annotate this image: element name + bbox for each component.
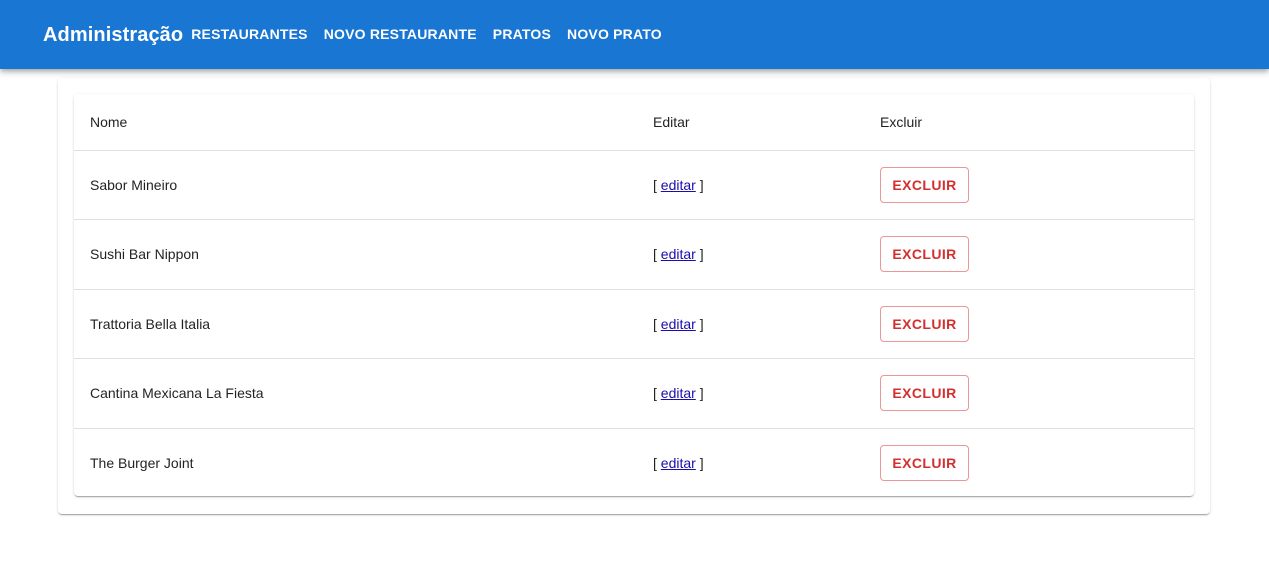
edit-link[interactable]: editar <box>661 316 696 332</box>
edit-bracket-close: ] <box>695 385 704 402</box>
edit-bracket-open: [ <box>653 455 661 471</box>
restaurant-name: The Burger Joint <box>90 455 194 471</box>
edit-cell: [ editar ] <box>637 219 864 290</box>
edit-bracket-open: [ <box>653 315 661 332</box>
table-row: Sushi Bar Nippon [ editar ] Excluir <box>74 219 1194 290</box>
nav-link-pratos[interactable]: Pratos <box>493 26 551 42</box>
table-row: Sabor Mineiro [ editar ] Excluir <box>74 150 1194 220</box>
restaurant-name: Sabor Mineiro <box>74 150 637 220</box>
column-header-excluir: Excluir <box>864 94 1194 151</box>
edit-bracket-open: [ <box>653 176 661 193</box>
restaurant-name: Trattoria Bella Italia <box>74 289 637 359</box>
edit-bracket-close: ] <box>695 246 704 263</box>
delete-cell: Excluir <box>864 358 1194 429</box>
restaurants-table: Nome Editar Excluir Sabor Mineiro [ edit… <box>74 94 1194 496</box>
delete-button[interactable]: Excluir <box>880 375 969 412</box>
restaurant-name: Sushi Bar Nippon <box>74 219 637 290</box>
edit-bracket-close: ] <box>695 176 704 193</box>
edit-link[interactable]: editar <box>661 455 696 471</box>
delete-cell: Excluir <box>864 428 1194 496</box>
content-container: Nome Editar Excluir Sabor Mineiro [ edit… <box>58 78 1210 514</box>
app-title: Administração <box>43 24 184 46</box>
nav-link-novo-prato[interactable]: Novo Prato <box>567 26 662 42</box>
edit-bracket-open: [ <box>653 385 661 402</box>
delete-cell: Excluir <box>864 289 1194 359</box>
table-header-row: Nome Editar Excluir <box>74 94 1194 151</box>
edit-bracket-close: ] <box>695 455 704 471</box>
table-row: The Burger Joint [ editar ] Excluir <box>74 428 1194 496</box>
delete-button[interactable]: Excluir <box>880 445 969 481</box>
nav-link-novo-restaurante[interactable]: Novo Restaurante <box>324 26 477 42</box>
nav-link-restaurantes[interactable]: Restaurantes <box>191 26 307 42</box>
edit-cell: [ editar ] <box>637 428 864 496</box>
edit-cell: [ editar ] <box>637 150 864 220</box>
delete-cell: Excluir <box>864 150 1194 220</box>
delete-cell: Excluir <box>864 219 1194 290</box>
edit-bracket-close: ] <box>695 315 704 332</box>
app-bar: Administração Restaurantes Novo Restaura… <box>0 0 1269 69</box>
restaurant-name: Cantina Mexicana La Fiesta <box>74 358 637 429</box>
edit-bracket-open: [ <box>653 246 661 263</box>
edit-cell: [ editar ] <box>637 289 864 359</box>
table-row: Trattoria Bella Italia [ editar ] Exclui… <box>74 289 1194 359</box>
table-container: Nome Editar Excluir Sabor Mineiro [ edit… <box>74 94 1194 496</box>
delete-button[interactable]: Excluir <box>880 236 969 273</box>
table-row: Cantina Mexicana La Fiesta [ editar ] Ex… <box>74 358 1194 429</box>
edit-link[interactable]: editar <box>661 385 696 401</box>
delete-button[interactable]: Excluir <box>880 166 969 203</box>
column-header-nome: Nome <box>74 94 637 151</box>
edit-link[interactable]: editar <box>661 177 696 193</box>
edit-cell: [ editar ] <box>637 358 864 429</box>
delete-button[interactable]: Excluir <box>880 305 969 342</box>
edit-link[interactable]: editar <box>661 246 696 262</box>
column-header-editar: Editar <box>637 94 864 151</box>
